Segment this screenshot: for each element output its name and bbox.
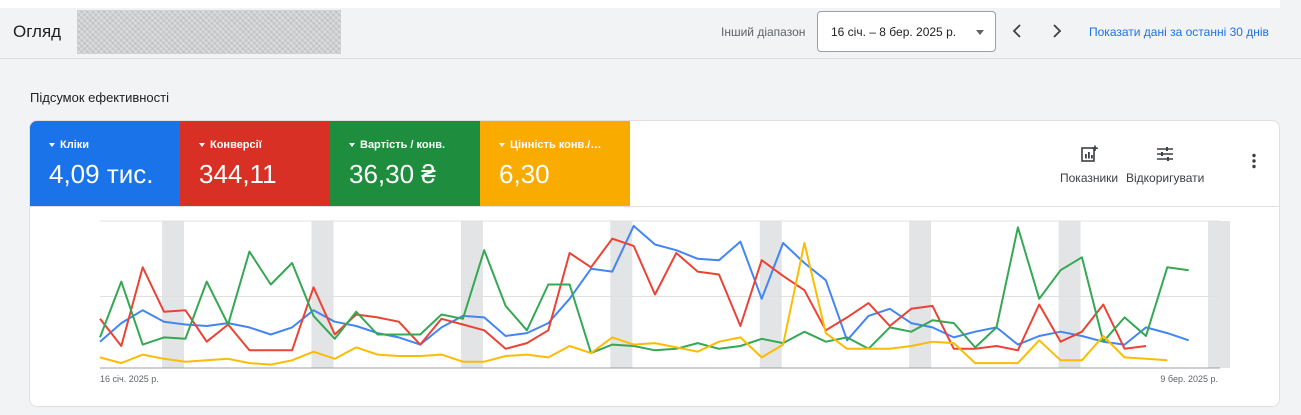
overview-header: Огляд Інший діапазон 16 січ. – 8 бер. 20… — [0, 8, 1301, 59]
previous-period-button[interactable] — [1006, 20, 1028, 42]
weekend-band — [460, 221, 483, 368]
chevron-left-icon — [1012, 24, 1021, 38]
series-line-0 — [99, 224, 1190, 346]
weekend-band — [1058, 221, 1081, 368]
weekend-band — [1208, 221, 1230, 368]
x-axis-start-label: 16 січ. 2025 р. — [100, 374, 159, 384]
chevron-right-icon — [1053, 24, 1062, 38]
next-period-button[interactable] — [1046, 20, 1068, 42]
top-strip — [0, 0, 1280, 8]
date-range-value: 16 січ. – 8 бер. 2025 р. — [831, 25, 957, 39]
redacted-account-name — [77, 10, 341, 54]
last-30-days-link[interactable]: Показати дані за останні 30 днів — [1089, 25, 1269, 39]
page-title: Огляд — [13, 22, 62, 41]
weekend-band — [311, 221, 334, 368]
section-title: Підсумок ефективності — [30, 90, 170, 105]
dropdown-arrow-icon — [976, 30, 984, 35]
performance-chart: 16 січ. 2025 р. 9 бер. 2025 р. — [99, 220, 1230, 384]
date-range-select[interactable]: 16 січ. – 8 бер. 2025 р. — [817, 11, 996, 52]
performance-card: Кліки 4,09 тис. Конверсії 344,11 Вартіст… — [29, 120, 1280, 407]
weekend-band — [162, 221, 185, 368]
x-axis-end-label: 9 бер. 2025 р. — [1160, 374, 1218, 384]
range-label: Інший діапазон — [721, 25, 806, 39]
